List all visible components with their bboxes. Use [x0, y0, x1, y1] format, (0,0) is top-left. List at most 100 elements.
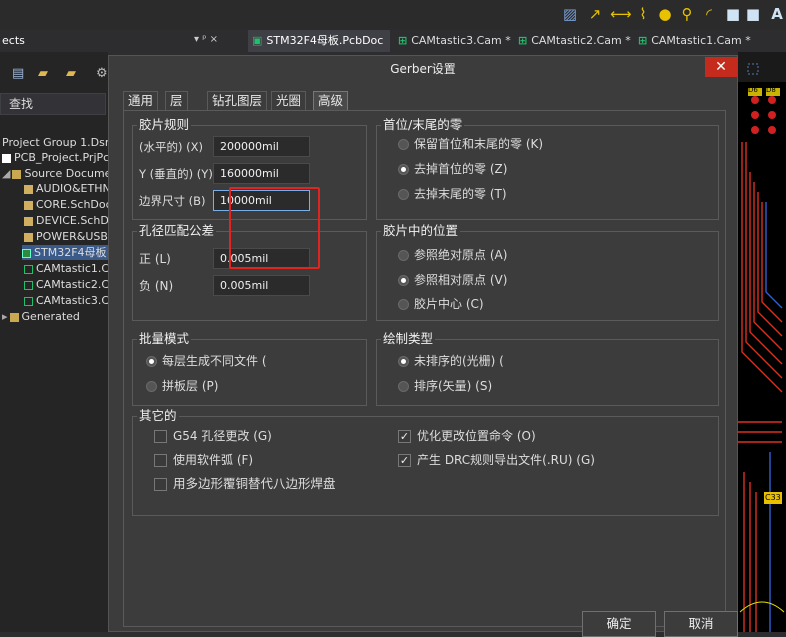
- cancel-button[interactable]: 取消: [664, 611, 738, 637]
- pad-circle-icon[interactable]: ●: [656, 5, 674, 23]
- group-title: 胶片中的位置: [381, 223, 461, 238]
- rectangle-icon[interactable]: ■: [724, 5, 742, 23]
- via-icon[interactable]: ⚲: [678, 5, 696, 23]
- radio-keep-zeros[interactable]: [398, 139, 409, 150]
- border-label: 边界尺寸 (B): [139, 194, 206, 208]
- tree-item-cam[interactable]: CAMtastic2.Cam: [24, 277, 108, 292]
- checkbox-polygon-pads[interactable]: [154, 478, 167, 491]
- main-toolbar: ▨ ↗ ⟷ ⌇ ● ⚲ ◜ ■ ■ A: [0, 0, 786, 30]
- checkbox-drc-export[interactable]: ✓: [398, 454, 411, 467]
- tab-pcbdoc[interactable]: ▣ STM32F4母板.PcbDoc: [248, 30, 390, 52]
- cam-icon: [24, 280, 33, 290]
- tree-item-pcb-selected[interactable]: STM32F4母板: [22, 245, 108, 260]
- pcb-traces: [738, 52, 786, 632]
- radio-separate-files[interactable]: [146, 356, 157, 367]
- cam-doc-icon: ⊞: [518, 34, 528, 47]
- gear-icon[interactable]: ⚙: [96, 66, 108, 81]
- checkbox-label: 产生 DRC规则导出文件(.RU) (G): [417, 453, 595, 467]
- schematic-icon: [24, 216, 33, 226]
- schematic-icon: [24, 232, 33, 242]
- tolerance-minus-input[interactable]: 0.005mil: [213, 275, 310, 296]
- checkbox-label: G54 孔径更改 (G): [173, 429, 272, 443]
- cam-icon: [24, 264, 33, 274]
- radio-suppress-trailing[interactable]: [398, 189, 409, 200]
- radio-label: 排序(矢量) (S): [414, 379, 493, 393]
- panel-toolbar: ▤ ▰ ▰ ⚙: [0, 64, 108, 86]
- radio-suppress-leading[interactable]: [398, 164, 409, 175]
- radio-relative-origin[interactable]: [398, 275, 409, 286]
- tree-item-doc[interactable]: DEVICE.SchDoc: [24, 213, 108, 228]
- tree-item-project[interactable]: PCB_Project.PrjPcb: [2, 150, 108, 165]
- tab-camtastic3[interactable]: ⊞ CAMtastic3.Cam *: [394, 30, 512, 52]
- tree-item-project-group[interactable]: Project Group 1.Dsn': [2, 135, 108, 150]
- checkbox-optimize-position[interactable]: ✓: [398, 430, 411, 443]
- tab-apertures[interactable]: 光圈: [271, 91, 307, 110]
- radio-sorted-vector[interactable]: [398, 381, 409, 392]
- radio-label: 胶片中心 (C): [414, 297, 484, 311]
- tree-item-doc[interactable]: AUDIO&ETHNET: [24, 181, 108, 196]
- checkbox-g54[interactable]: [154, 430, 167, 443]
- film-y-input[interactable]: 160000mil: [213, 163, 310, 184]
- radio-film-center[interactable]: [398, 299, 409, 310]
- pcb-label: C33: [765, 493, 781, 502]
- plot-type-group: 绘制类型 未排序的(光栅) ( 排序(矢量) (S): [376, 332, 719, 406]
- tab-layers[interactable]: 层: [165, 91, 188, 110]
- annotation-highlight-box: [229, 187, 320, 269]
- panel-pin-controls[interactable]: ▾ ᵖ ×: [194, 34, 218, 45]
- group-title: 胶片规则: [137, 117, 192, 132]
- bus-icon[interactable]: ⌇: [634, 5, 652, 23]
- tab-camtastic2[interactable]: ⊞ CAMtastic2.Cam *: [514, 30, 632, 52]
- tab-camtastic1[interactable]: ⊞ CAMtastic1.Cam *: [634, 30, 752, 52]
- arc-icon[interactable]: ◜: [700, 5, 718, 23]
- checkbox-software-arcs[interactable]: [154, 454, 167, 467]
- group-title: 首位/末尾的零: [381, 117, 465, 132]
- other-group: 其它的 G54 孔径更改 (G) 使用软件弧 (F) 用多边形覆铜替代八边形焊盘…: [132, 409, 719, 516]
- minus-label: 负 (N): [139, 279, 174, 293]
- open-folder-icon[interactable]: ▰: [38, 66, 48, 81]
- radio-unsorted-raster[interactable]: [398, 356, 409, 367]
- pcb-canvas[interactable]: D6 D8 C33: [738, 52, 786, 632]
- tree-item-cam[interactable]: CAMtastic3.Cam: [24, 293, 108, 308]
- plus-label: 正 (L): [139, 252, 171, 266]
- route-icon[interactable]: ↗: [586, 5, 604, 23]
- zeros-group: 首位/末尾的零 保留首位和末尾的零 (K) 去掉首位的零 (Z) 去掉末尾的零 …: [376, 118, 719, 220]
- tree-item-source-folder[interactable]: ◢Source Documents: [2, 166, 108, 181]
- project-icon: [2, 153, 11, 163]
- tab-advanced[interactable]: 高级: [313, 91, 349, 110]
- group-title: 其它的: [137, 408, 179, 423]
- workspace-icon[interactable]: ▤: [12, 66, 24, 81]
- radio-label: 参照相对原点 (V): [414, 273, 508, 287]
- search-input[interactable]: 查找: [0, 93, 106, 115]
- wire-icon[interactable]: ⟷: [610, 5, 632, 23]
- radio-label: 保留首位和末尾的零 (K): [414, 137, 544, 151]
- text-icon[interactable]: A: [768, 5, 786, 23]
- pcb-doc-icon: ▣: [252, 34, 263, 47]
- tree-item-generated[interactable]: ▸ Generated: [2, 309, 80, 324]
- tree-item-doc[interactable]: CORE.SchDoc: [24, 197, 108, 212]
- checkbox-label: 优化更改位置命令 (O): [417, 429, 536, 443]
- radio-label: 未排序的(光栅) (: [414, 354, 504, 368]
- film-x-input[interactable]: 200000mil: [213, 136, 310, 157]
- group-title: 绘制类型: [381, 331, 436, 346]
- panel-title: ects: [0, 30, 108, 52]
- rectangle-icon[interactable]: ■: [744, 5, 762, 23]
- tree-item-doc[interactable]: POWER&USB: [24, 229, 108, 244]
- ok-button[interactable]: 确定: [582, 611, 656, 637]
- radio-panelize[interactable]: [146, 381, 157, 392]
- folder-icon: [9, 312, 19, 322]
- tab-drill-drawing[interactable]: 钻孔图层: [207, 91, 268, 110]
- film-position-group: 胶片中的位置 参照绝对原点 (A) 参照相对原点 (V) 胶片中心 (C): [376, 224, 719, 321]
- y-label: Y (垂直的) (Y): [139, 167, 213, 181]
- pcb-label: D8: [766, 86, 776, 94]
- pcb-label: D6: [748, 86, 758, 94]
- cam-icon: [24, 296, 33, 306]
- advanced-tab-panel: 胶片规则 (水平的) (X) 200000mil Y (垂直的) (Y) 160…: [123, 110, 726, 627]
- close-button[interactable]: ✕: [705, 57, 737, 77]
- folder-settings-icon[interactable]: ▰: [66, 66, 76, 81]
- grid-hatch-icon[interactable]: ▨: [561, 5, 579, 23]
- tab-general[interactable]: 通用: [123, 91, 159, 110]
- radio-label: 每层生成不同文件 (: [162, 354, 267, 368]
- group-title: 批量模式: [137, 331, 192, 346]
- tree-item-cam[interactable]: CAMtastic1.Cam: [24, 261, 108, 276]
- radio-absolute-origin[interactable]: [398, 250, 409, 261]
